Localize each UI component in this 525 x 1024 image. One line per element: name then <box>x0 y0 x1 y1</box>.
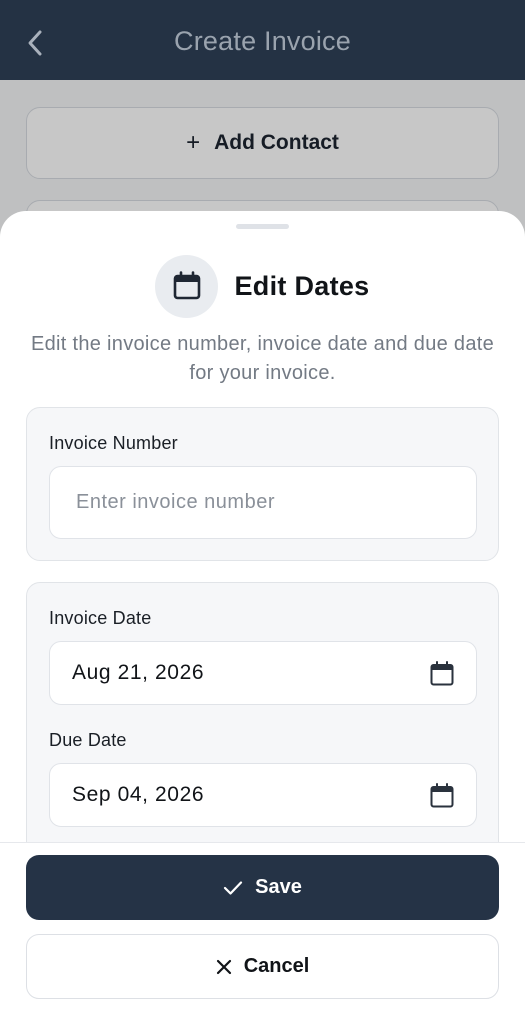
dates-card: Invoice Date Aug 21, 2026 Due Date Sep 0… <box>26 582 499 862</box>
due-date-label: Due Date <box>49 730 127 750</box>
close-icon <box>216 959 231 974</box>
save-button[interactable]: Save <box>26 855 499 920</box>
calendar-icon <box>173 271 201 300</box>
save-label: Save <box>255 876 302 898</box>
cancel-button[interactable]: Cancel <box>26 934 499 999</box>
invoice-number-card: Invoice Number <box>26 407 499 561</box>
calendar-icon <box>430 661 454 686</box>
due-date-value: Sep 04, 2026 <box>72 783 205 806</box>
calendar-icon <box>430 783 454 808</box>
invoice-date-value: Aug 21, 2026 <box>72 661 205 684</box>
app-header: Create Invoice <box>0 0 525 80</box>
check-icon <box>224 880 243 895</box>
screen: Create Invoice + Add Contact Edit Dates … <box>0 0 525 1024</box>
invoice-date-field[interactable]: Aug 21, 2026 <box>49 641 477 705</box>
invoice-number-input[interactable] <box>49 466 477 539</box>
cancel-label: Cancel <box>243 955 310 977</box>
invoice-number-label: Invoice Number <box>49 433 178 453</box>
invoice-date-label: Invoice Date <box>49 608 152 628</box>
page-title: Create Invoice <box>174 26 351 56</box>
due-date-field[interactable]: Sep 04, 2026 <box>49 763 477 827</box>
sheet-header: Edit Dates <box>0 254 525 318</box>
title-icon-badge <box>155 254 219 318</box>
drag-handle[interactable] <box>236 224 289 229</box>
sheet-subtitle: Edit the invoice number, invoice date an… <box>30 333 495 384</box>
sheet-footer: Save Cancel <box>0 842 525 1024</box>
sheet-title: Edit Dates <box>234 270 370 301</box>
